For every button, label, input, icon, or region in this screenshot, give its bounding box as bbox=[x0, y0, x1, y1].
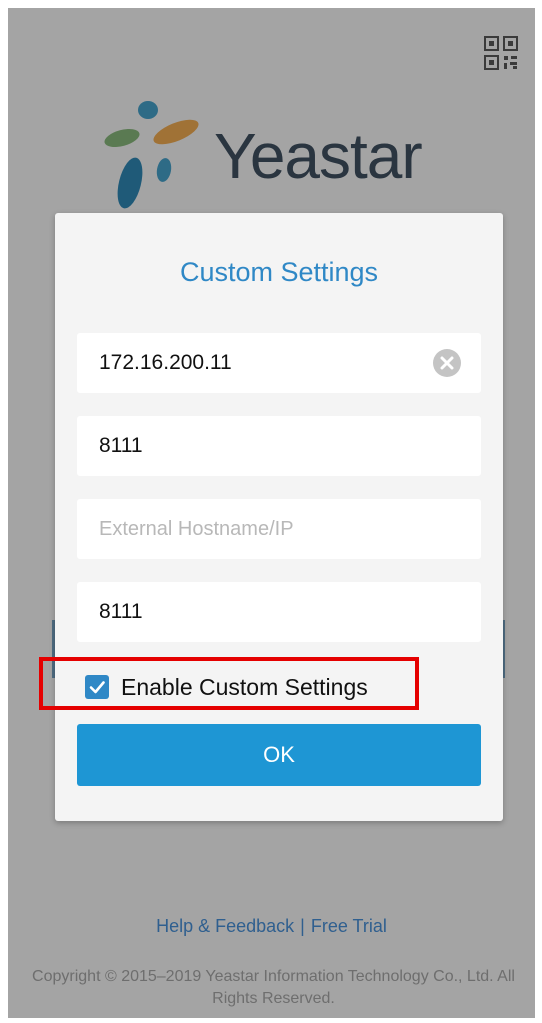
highlight-annotation bbox=[39, 657, 419, 710]
dialog-title: Custom Settings bbox=[179, 257, 379, 287]
free-trial-link[interactable]: Free Trial bbox=[311, 916, 387, 936]
server-ip-field[interactable]: 172.16.200.11 bbox=[77, 333, 481, 393]
clear-icon[interactable] bbox=[433, 349, 461, 377]
external-port-field[interactable]: 8111 bbox=[77, 582, 481, 642]
ok-button[interactable]: OK bbox=[77, 724, 481, 786]
help-feedback-link[interactable]: Help & Feedback bbox=[156, 916, 294, 936]
external-port-value: 8111 bbox=[99, 600, 143, 623]
port-value: 8111 bbox=[99, 434, 143, 457]
port-field[interactable]: 8111 bbox=[77, 416, 481, 476]
link-separator: | bbox=[300, 916, 305, 936]
brand-name: Yeastar bbox=[214, 120, 423, 192]
external-hostname-field[interactable]: External Hostname/IP bbox=[77, 499, 481, 559]
custom-settings-dialog: Custom Settings 172.16.200.11 8111 Exter… bbox=[55, 213, 503, 821]
qr-code-icon[interactable] bbox=[482, 34, 520, 72]
help-links: Help & Feedback | Free Trial bbox=[8, 916, 535, 937]
external-hostname-placeholder: External Hostname/IP bbox=[99, 517, 294, 540]
copyright-text: Copyright © 2015–2019 Yeastar Informatio… bbox=[32, 968, 515, 1007]
yeastar-logo: Yeastar bbox=[102, 98, 482, 218]
login-screen: Yeastar Help & Feedback | Free Trial Copyr… bbox=[8, 8, 535, 1018]
server-ip-value: 172.16.200.11 bbox=[99, 351, 232, 374]
